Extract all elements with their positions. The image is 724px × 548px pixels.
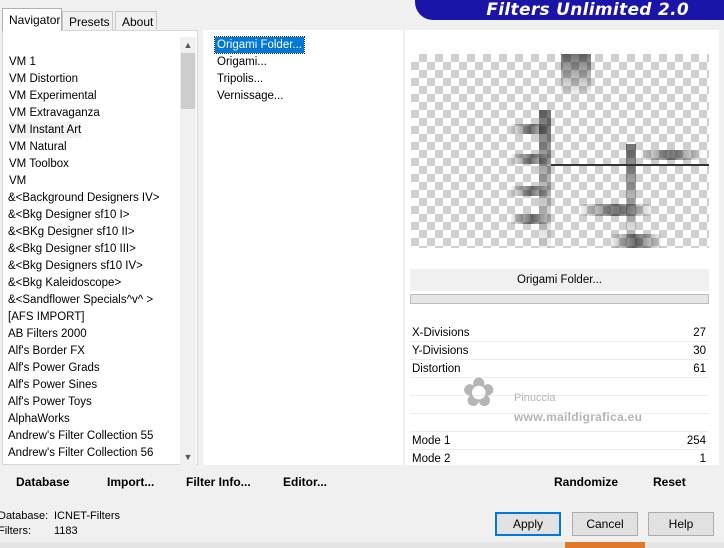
editor-button[interactable]: Editor... <box>283 475 327 489</box>
param-label: Mode 1 <box>412 435 451 447</box>
watermark-name: Pinuccia <box>514 392 556 404</box>
category-item[interactable]: VM 1 <box>9 54 36 70</box>
scroll-down-icon[interactable]: ▼ <box>180 449 196 465</box>
filters-count: 1183 <box>54 525 78 537</box>
watermark-url: www.maildigrafica.eu <box>514 410 643 424</box>
category-item[interactable]: Alf's Power Grads <box>8 360 100 376</box>
param-row[interactable]: Mode 2 1 <box>410 450 709 468</box>
category-item[interactable]: VM Experimental <box>9 88 97 104</box>
category-item[interactable]: VM <box>9 173 26 189</box>
title-banner: Filters Unlimited 2.0 <box>415 0 724 20</box>
category-item[interactable]: &<Bkg Kaleidoscope> <box>8 275 121 291</box>
filter-item[interactable]: Vernissage... <box>215 88 285 104</box>
param-label: Distortion <box>412 363 461 375</box>
param-value[interactable]: 30 <box>693 342 706 360</box>
category-item[interactable]: Andrew's Filter Collection 57 <box>8 462 153 464</box>
category-item[interactable]: &<Bkg Designer sf10 I> <box>8 207 129 223</box>
category-item[interactable]: Alf's Border FX <box>8 343 85 359</box>
reset-button[interactable]: Reset <box>653 475 686 489</box>
filter-item[interactable]: Tripolis... <box>215 71 265 87</box>
category-item[interactable]: &<Bkg Designer sf10 III> <box>8 241 136 257</box>
tab-presets[interactable]: Presets <box>62 11 113 30</box>
category-item[interactable]: [AFS IMPORT] <box>8 309 84 325</box>
category-item[interactable]: Alf's Power Toys <box>8 394 92 410</box>
randomize-button[interactable]: Randomize <box>554 475 618 489</box>
category-item[interactable]: &<Background Designers IV> <box>8 190 160 206</box>
category-item[interactable]: VM Extravaganza <box>9 105 100 121</box>
scroll-up-icon[interactable]: ▲ <box>180 37 196 53</box>
param-label: X-Divisions <box>412 327 470 339</box>
import-button[interactable]: Import... <box>107 475 154 489</box>
category-item[interactable]: VM Distortion <box>9 71 78 87</box>
database-value: ICNET-Filters <box>54 510 120 522</box>
filter-preview-image <box>411 54 709 248</box>
category-item[interactable]: Alf's Power Sines <box>8 377 97 393</box>
tab-navigator[interactable]: Navigator <box>2 8 62 31</box>
category-item[interactable]: VM Toolbox <box>9 156 69 172</box>
param-value[interactable]: 1 <box>700 450 706 468</box>
help-button[interactable]: Help <box>648 512 714 536</box>
param-label: Y-Divisions <box>412 345 469 357</box>
filter-name-label: Origami Folder... <box>410 269 709 291</box>
filter-info-button[interactable]: Filter Info... <box>186 475 251 489</box>
category-item[interactable]: VM Instant Art <box>9 122 82 138</box>
category-scrollbar[interactable]: ▲ ▼ <box>180 37 196 465</box>
filter-list[interactable]: Origami Folder... Origami... Tripolis... Ve… <box>203 30 403 465</box>
param-row[interactable]: Y-Divisions 30 <box>410 342 709 360</box>
watermark: ✿ Pinuccia www.maildigrafica.eu <box>462 370 682 430</box>
filter-item[interactable]: Origami... <box>215 54 269 70</box>
apply-button[interactable]: Apply <box>495 512 561 536</box>
category-list[interactable]: VM 1 VM Distortion VM Experimental VM Extra… <box>2 30 198 465</box>
tab-about[interactable]: About <box>115 11 157 30</box>
param-row[interactable]: Mode 1 254 <box>410 432 709 450</box>
scroll-thumb[interactable] <box>181 53 195 109</box>
category-item[interactable]: &<Bkg Designers sf10 IV> <box>8 258 143 274</box>
param-value[interactable]: 27 <box>693 324 706 342</box>
param-value[interactable]: 61 <box>693 360 706 378</box>
category-item[interactable]: Andrew's Filter Collection 56 <box>8 445 153 461</box>
filters-label: Filters: <box>0 525 31 537</box>
category-item[interactable]: &<BKg Designer sf10 II> <box>8 224 135 240</box>
category-item[interactable]: AB Filters 2000 <box>8 326 87 342</box>
background-strip <box>0 542 724 548</box>
param-label: Mode 2 <box>412 453 451 465</box>
toolbar: Database Import... Filter Info... Editor… <box>0 470 724 498</box>
filter-item[interactable]: Origami Folder... <box>214 36 305 54</box>
param-row[interactable]: X-Divisions 27 <box>410 324 709 342</box>
category-item[interactable]: AlphaWorks <box>8 411 70 427</box>
category-item[interactable]: Andrew's Filter Collection 55 <box>8 428 153 444</box>
param-value[interactable]: 254 <box>687 432 706 450</box>
watermark-logo-icon: ✿ <box>462 370 496 416</box>
progress-bar <box>410 294 709 304</box>
database-label: Database: <box>0 510 49 522</box>
category-item[interactable]: &<Sandflower Specials^v^ > <box>8 292 153 308</box>
window-title: Filters Unlimited 2.0 <box>486 0 689 20</box>
cancel-button[interactable]: Cancel <box>572 512 638 536</box>
category-item[interactable]: VM Natural <box>9 139 67 155</box>
background-accent <box>565 542 645 548</box>
database-button[interactable]: Database <box>16 475 69 489</box>
